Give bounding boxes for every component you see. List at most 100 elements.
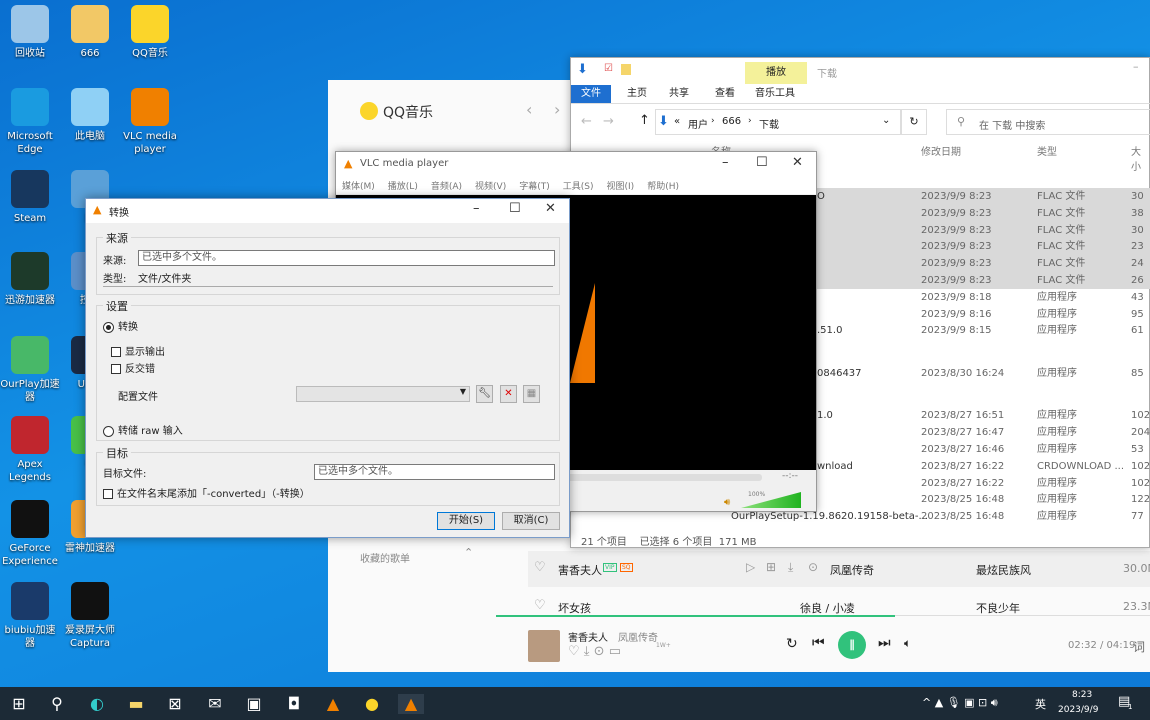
heart-icon[interactable]: ♡ [534, 598, 546, 613]
song-row[interactable]: ♡ 害香夫人 VIP SQ ▷ ⊞ ⤓ ⊙ 凤凰传奇 最炫民族风 30.0M [528, 551, 1150, 587]
desktop-icon[interactable]: GeForce Experience [0, 500, 60, 568]
breadcrumb-users[interactable]: 用户 [688, 116, 708, 131]
clock-time[interactable]: 8:23 [1072, 690, 1092, 700]
search-icon[interactable]: ⚲ [47, 694, 67, 714]
song-album[interactable]: 最炫民族风 [976, 562, 1031, 578]
dump-raw-radio[interactable]: 转储 raw 输入 [103, 422, 183, 437]
refresh-icon[interactable]: ↻ [901, 109, 927, 135]
forward-icon[interactable]: › [554, 100, 560, 119]
song-album[interactable]: 不良少年 [976, 600, 1020, 614]
forward-icon[interactable]: → [603, 114, 614, 129]
ime-indicator[interactable]: 英 [1035, 696, 1046, 712]
append-converted-checkbox[interactable]: 在文件名末尾添加「-converted」（-转换） [103, 485, 310, 500]
song-row[interactable]: ♡ 坏女孩 徐良 / 小凌 不良少年 23.3M [528, 596, 1150, 614]
capture-icon[interactable]: ◘ [284, 694, 304, 714]
volume-icon[interactable]: 🔈︎ [904, 636, 911, 651]
add-icon[interactable]: ⊞ [766, 560, 776, 574]
desktop-icon[interactable]: Microsoft Edge [0, 88, 60, 156]
menu-item[interactable]: 媒体(M) [342, 182, 375, 192]
app-icon[interactable]: ▣ [244, 694, 264, 714]
song-artist[interactable]: 凤凰传奇 [830, 562, 874, 578]
back-icon[interactable]: ← [581, 114, 592, 129]
maximize-icon[interactable]: ☐ [509, 201, 521, 216]
qq-music-icon[interactable]: ● [362, 694, 382, 714]
menu-item[interactable]: 帮助(H) [647, 182, 679, 192]
heart-icon[interactable]: ♡ [534, 560, 546, 575]
convert-radio[interactable]: 转换 [103, 318, 138, 333]
minimize-icon[interactable]: – [1133, 60, 1139, 73]
player-artist[interactable]: 凤凰传奇 [618, 629, 658, 644]
show-output-checkbox[interactable]: 显示输出 [111, 343, 165, 358]
desktop-icon[interactable]: biubiu加速器 [0, 582, 60, 650]
tray-icons[interactable]: ^ ▲ 🎙︎ ▣ ⊡ 🔊︎ [922, 696, 998, 710]
breadcrumb-666[interactable]: 666 [722, 116, 741, 127]
menu-item[interactable]: 字幕(T) [519, 182, 550, 192]
column-type[interactable]: 类型 [1037, 143, 1057, 158]
start-button[interactable]: 开始(S) [437, 512, 495, 530]
previous-icon[interactable]: ⏮ [812, 635, 825, 651]
vlc-icon[interactable]: ▲ [323, 694, 343, 714]
back-icon[interactable]: ‹ [526, 100, 532, 119]
desktop-icon[interactable]: Steam [0, 170, 60, 225]
desktop-icon[interactable]: 迅游加速器 [0, 252, 60, 307]
search-input[interactable]: ⚲ 在 下载 中搜索 [946, 109, 1150, 135]
breadcrumb-downloads[interactable]: 下载 [759, 116, 779, 131]
store-icon[interactable]: ⊠ [165, 694, 185, 714]
clock-date[interactable]: 2023/9/9 [1058, 705, 1098, 715]
profile-select[interactable]: ▼ [296, 386, 470, 402]
song-artist[interactable]: 徐良 / 小凌 [800, 600, 855, 614]
album-cover[interactable] [528, 630, 560, 662]
address-bar[interactable]: ⬇ « 用户 › 666 › 下载 ⌄ [655, 109, 901, 135]
cancel-button[interactable]: 取消(C) [502, 512, 560, 530]
new-profile-icon[interactable]: ▦ [523, 385, 540, 403]
menu-item[interactable]: 音频(A) [431, 182, 462, 192]
menu-item[interactable]: 视频(V) [475, 182, 506, 192]
edge-icon[interactable]: ◐ [87, 694, 107, 714]
target-field[interactable]: 已选中多个文件。 [314, 464, 555, 480]
desktop-icon[interactable]: 回收站 [0, 5, 60, 60]
play-context-tab[interactable]: 播放 [745, 62, 807, 84]
heart-icon[interactable]: ♡ ⤓ ⊙ ▭ [568, 644, 621, 659]
collected-playlists[interactable]: 收藏的歌单 [360, 550, 410, 565]
column-date[interactable]: 修改日期 [921, 143, 961, 158]
minimize-icon[interactable]: – [722, 155, 729, 170]
desktop-icon[interactable]: 666 [60, 5, 120, 60]
ribbon-tab[interactable]: 查看 [705, 85, 745, 103]
desktop-icon[interactable]: OurPlay加速器 [0, 336, 60, 404]
menu-item[interactable]: 工具(S) [563, 182, 594, 192]
close-icon[interactable]: ✕ [792, 155, 803, 170]
pause-button[interactable]: ∥ [838, 631, 866, 659]
repeat-icon[interactable]: ↻ [786, 636, 798, 652]
delete-profile-icon[interactable]: ✕ [500, 385, 517, 403]
deinterlace-checkbox[interactable]: 反交错 [111, 360, 155, 375]
desktop-icon[interactable]: QQ音乐 [120, 5, 180, 60]
chevron-down-icon[interactable]: ⌄ [882, 115, 890, 126]
menu-item[interactable]: 视图(I) [607, 182, 635, 192]
ribbon-tab[interactable]: 文件 [571, 85, 611, 103]
progress-bar[interactable] [496, 615, 895, 617]
desktop-icon[interactable]: VLC media player [120, 88, 180, 156]
menu-item[interactable]: 播放(L) [388, 182, 418, 192]
vlc-active-icon[interactable]: ▲ [398, 694, 424, 714]
speaker-icon[interactable]: 🔊︎ [724, 497, 730, 508]
up-icon[interactable]: ↑ [639, 113, 650, 128]
source-field[interactable]: 已选中多个文件。 [138, 250, 555, 266]
more-icon[interactable]: ⊙ [808, 560, 818, 574]
mail-icon[interactable]: ✉ [205, 694, 225, 714]
file-explorer-icon[interactable]: ▬ [126, 694, 146, 714]
play-icon[interactable]: ▷ [746, 560, 755, 574]
ribbon-tab[interactable]: 主页 [617, 85, 657, 103]
next-icon[interactable]: ⏭ [878, 635, 891, 651]
lyrics-button[interactable]: 词 [1133, 638, 1145, 655]
desktop-icon[interactable]: Apex Legends [0, 416, 60, 484]
new-folder-icon[interactable] [621, 64, 631, 75]
column-size[interactable]: 大小 [1131, 143, 1149, 173]
edit-profile-wrench-icon[interactable]: 🔧︎ [476, 385, 493, 403]
desktop-icon[interactable]: 此电脑 [60, 88, 120, 143]
close-icon[interactable]: ✕ [545, 201, 556, 216]
ribbon-tab[interactable]: 共享 [659, 85, 699, 103]
start-windows-icon[interactable]: ⊞ [9, 694, 29, 714]
download-icon[interactable]: ⤓ [788, 560, 793, 575]
chevron-up-icon[interactable]: ⌃ [464, 546, 473, 559]
ribbon-tab[interactable]: 音乐工具 [745, 85, 805, 103]
